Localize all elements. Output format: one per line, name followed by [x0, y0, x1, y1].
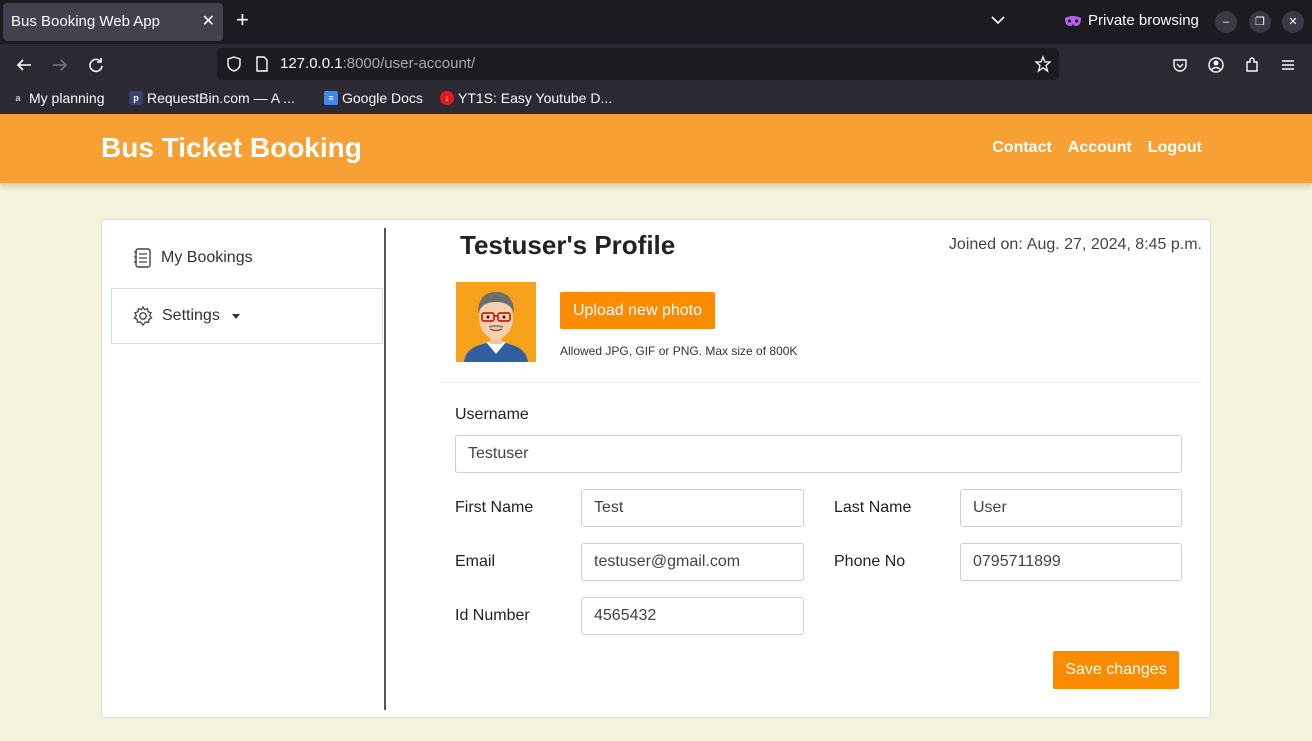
save-changes-button[interactable]: Save changes	[1053, 651, 1179, 689]
bookmark-google-docs[interactable]: ≡ Google Docs	[324, 90, 423, 106]
upload-hint: Allowed JPG, GIF or PNG. Max size of 800…	[560, 344, 798, 358]
joined-label: Joined on:	[948, 236, 1023, 253]
site-brand[interactable]: Bus Ticket Booking	[101, 132, 362, 164]
alx-icon: a	[15, 93, 21, 103]
username-label: Username	[455, 406, 529, 423]
page-title: Testuser's Profile	[460, 230, 676, 260]
id-number-field[interactable]	[581, 597, 804, 635]
window-close-icon[interactable]: ✕	[1282, 11, 1304, 33]
tab-title: Bus Booking Web App	[11, 13, 160, 30]
reload-icon[interactable]	[87, 56, 105, 74]
bookmarks-bar: a My planning p RequestBin.com — A ... ≡…	[0, 86, 1312, 114]
account-icon[interactable]	[1207, 56, 1225, 74]
first-name-label: First Name	[455, 499, 534, 516]
list-icon	[134, 248, 151, 268]
chevron-down-icon[interactable]	[990, 12, 1006, 28]
extensions-icon[interactable]	[1243, 56, 1261, 74]
minimize-icon[interactable]: –	[1215, 11, 1237, 33]
bookmark-yt1s[interactable]: ↓ YT1S: Easy Youtube D...	[440, 90, 612, 106]
gear-icon	[133, 305, 153, 326]
url-host: 127.0.0.1	[280, 55, 343, 72]
nav-account-link[interactable]: Account	[1068, 139, 1132, 157]
caret-down-icon	[231, 313, 240, 319]
last-name-label: Last Name	[834, 499, 912, 516]
last-name-field[interactable]	[960, 489, 1182, 527]
bookmark-my-planning[interactable]: a My planning	[11, 90, 105, 106]
site-header: Bus Ticket Booking Contact Account Logou…	[0, 114, 1312, 183]
upload-photo-button[interactable]: Upload new photo	[560, 292, 715, 329]
page-icon[interactable]	[253, 55, 271, 73]
id-number-label: Id Number	[455, 607, 530, 624]
joined-value: Aug. 27, 2024, 8:45 p.m.	[1026, 236, 1202, 253]
divider	[440, 382, 1202, 383]
email-field[interactable]	[581, 543, 804, 581]
docs-icon: ≡	[324, 91, 338, 105]
first-name-field[interactable]	[581, 489, 804, 527]
pocket-icon[interactable]	[1171, 56, 1189, 74]
sidebar-item-label: My Bookings	[161, 249, 253, 266]
username-field[interactable]	[455, 435, 1182, 473]
bookmark-label: My planning	[29, 90, 105, 106]
browser-nav-bar: 127.0.0.1:8000/user-account/	[0, 44, 1312, 86]
sidebar-item-settings[interactable]: Settings	[111, 288, 383, 344]
restore-icon[interactable]: ❐	[1249, 11, 1271, 33]
bookmark-requestbin[interactable]: p RequestBin.com — A ...	[129, 90, 295, 106]
bookmark-label: RequestBin.com — A ...	[147, 90, 295, 106]
forward-icon[interactable]	[51, 56, 69, 74]
url-path: :8000/user-account/	[342, 55, 476, 72]
phone-field[interactable]	[960, 543, 1182, 581]
sidebar-divider	[384, 228, 386, 710]
star-icon[interactable]	[1034, 55, 1052, 73]
nav-contact-link[interactable]: Contact	[992, 139, 1052, 157]
download-icon: ↓	[440, 91, 454, 105]
browser-tab[interactable]: Bus Booking Web App ✕	[3, 3, 223, 41]
address-bar[interactable]: 127.0.0.1:8000/user-account/	[217, 48, 1059, 80]
sidebar-item-my-bookings[interactable]: My Bookings	[111, 230, 383, 286]
close-tab-icon[interactable]: ✕	[202, 11, 215, 31]
avatar	[456, 282, 536, 362]
browser-tab-bar: Bus Booking Web App ✕ + Private browsing…	[0, 0, 1312, 44]
url-text: 127.0.0.1:8000/user-account/	[280, 55, 475, 72]
bookmark-label: YT1S: Easy Youtube D...	[458, 90, 613, 106]
profile-card: My Bookings Settings Testuser's Profile …	[101, 219, 1211, 718]
back-icon[interactable]	[15, 56, 33, 74]
phone-label: Phone No	[834, 553, 906, 570]
private-browsing-label: Private browsing	[1088, 12, 1199, 29]
shield-icon[interactable]	[225, 55, 243, 73]
email-label: Email	[455, 553, 496, 570]
site-nav: Contact Account Logout	[992, 139, 1202, 157]
p-icon: p	[129, 91, 143, 105]
menu-icon[interactable]	[1279, 56, 1297, 74]
sidebar-item-label: Settings	[162, 307, 220, 324]
joined-date: Joined on: Aug. 27, 2024, 8:45 p.m.	[949, 236, 1202, 254]
bookmark-label: Google Docs	[342, 90, 423, 106]
nav-logout-link[interactable]: Logout	[1148, 139, 1202, 157]
private-mask-icon	[1065, 15, 1081, 26]
private-browsing-indicator: Private browsing	[1064, 12, 1199, 29]
new-tab-icon[interactable]: +	[236, 9, 249, 31]
